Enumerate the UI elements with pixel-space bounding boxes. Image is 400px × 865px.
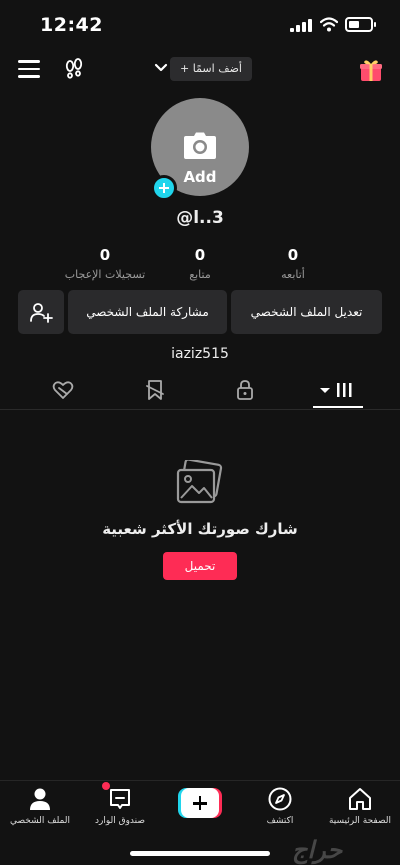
- liked-videos-tab-icon[interactable]: [51, 378, 75, 402]
- home-icon: [349, 788, 371, 810]
- create-button[interactable]: [178, 788, 222, 818]
- profile-handle: iaziz515: [171, 346, 229, 362]
- likes-label: تسجيلات الإعجاب: [64, 268, 146, 281]
- nav-profile[interactable]: الملف الشخصي: [0, 786, 80, 826]
- wifi-icon: [320, 17, 338, 32]
- profile-icon: [30, 788, 50, 810]
- upload-button[interactable]: تحميل: [163, 552, 237, 580]
- likes-stat[interactable]: 0 تسجيلات الإعجاب: [60, 246, 150, 281]
- add-friend-icon: [30, 303, 53, 323]
- following-count: 0: [287, 246, 299, 264]
- inbox-notification-dot: [102, 782, 110, 790]
- camera-icon: [184, 132, 216, 159]
- likes-count: 0: [99, 246, 111, 264]
- gift-icon[interactable]: [358, 57, 384, 83]
- home-indicator: [130, 851, 270, 856]
- watermark-logo: حراج: [292, 836, 343, 864]
- avatar-add-label: Add: [183, 168, 217, 186]
- nav-inbox-label: صندوق الوارد: [94, 816, 146, 826]
- nav-discover-label: اكتشف: [266, 816, 294, 826]
- private-videos-lock-icon[interactable]: [233, 378, 257, 402]
- chevron-down-icon[interactable]: [154, 62, 168, 74]
- menu-icon[interactable]: [18, 60, 40, 80]
- nav-home-label: الصفحة الرئيسية: [328, 816, 392, 826]
- compass-icon: [268, 787, 292, 811]
- nav-inbox[interactable]: صندوق الوارد: [80, 786, 160, 826]
- footprints-icon[interactable]: [62, 58, 86, 82]
- tab-divider: [0, 409, 400, 410]
- inbox-icon: [110, 789, 130, 809]
- nav-home[interactable]: الصفحة الرئيسية: [320, 786, 400, 826]
- followers-count: 0: [194, 246, 206, 264]
- battery-icon: [345, 17, 376, 32]
- favorites-tab-icon[interactable]: [143, 378, 167, 402]
- videos-grid-tab-icon[interactable]: [318, 378, 356, 402]
- status-time: 12:42: [40, 14, 103, 36]
- followers-stat[interactable]: 0 متابع: [155, 246, 245, 281]
- nav-profile-label: الملف الشخصي: [10, 816, 70, 826]
- empty-state-title: شارك صورتك الأكثر شعبية: [102, 520, 298, 538]
- following-label: أتابعه: [281, 268, 305, 281]
- username: @l..3: [176, 208, 224, 228]
- following-stat[interactable]: 0 أتابعه: [248, 246, 338, 281]
- photo-placeholder-icon: [176, 460, 223, 504]
- followers-label: متابع: [189, 268, 211, 281]
- cellular-signal-icon: [290, 19, 312, 32]
- add-name-button[interactable]: + أضف اسمًا: [170, 57, 252, 81]
- share-profile-button[interactable]: مشاركة الملف الشخصي: [68, 290, 227, 334]
- add-photo-plus-icon[interactable]: [151, 175, 177, 201]
- active-tab-indicator: [313, 406, 363, 408]
- add-friend-button[interactable]: [18, 290, 64, 334]
- nav-discover[interactable]: اكتشف: [240, 786, 320, 826]
- edit-profile-button[interactable]: تعديل الملف الشخصي: [231, 290, 382, 334]
